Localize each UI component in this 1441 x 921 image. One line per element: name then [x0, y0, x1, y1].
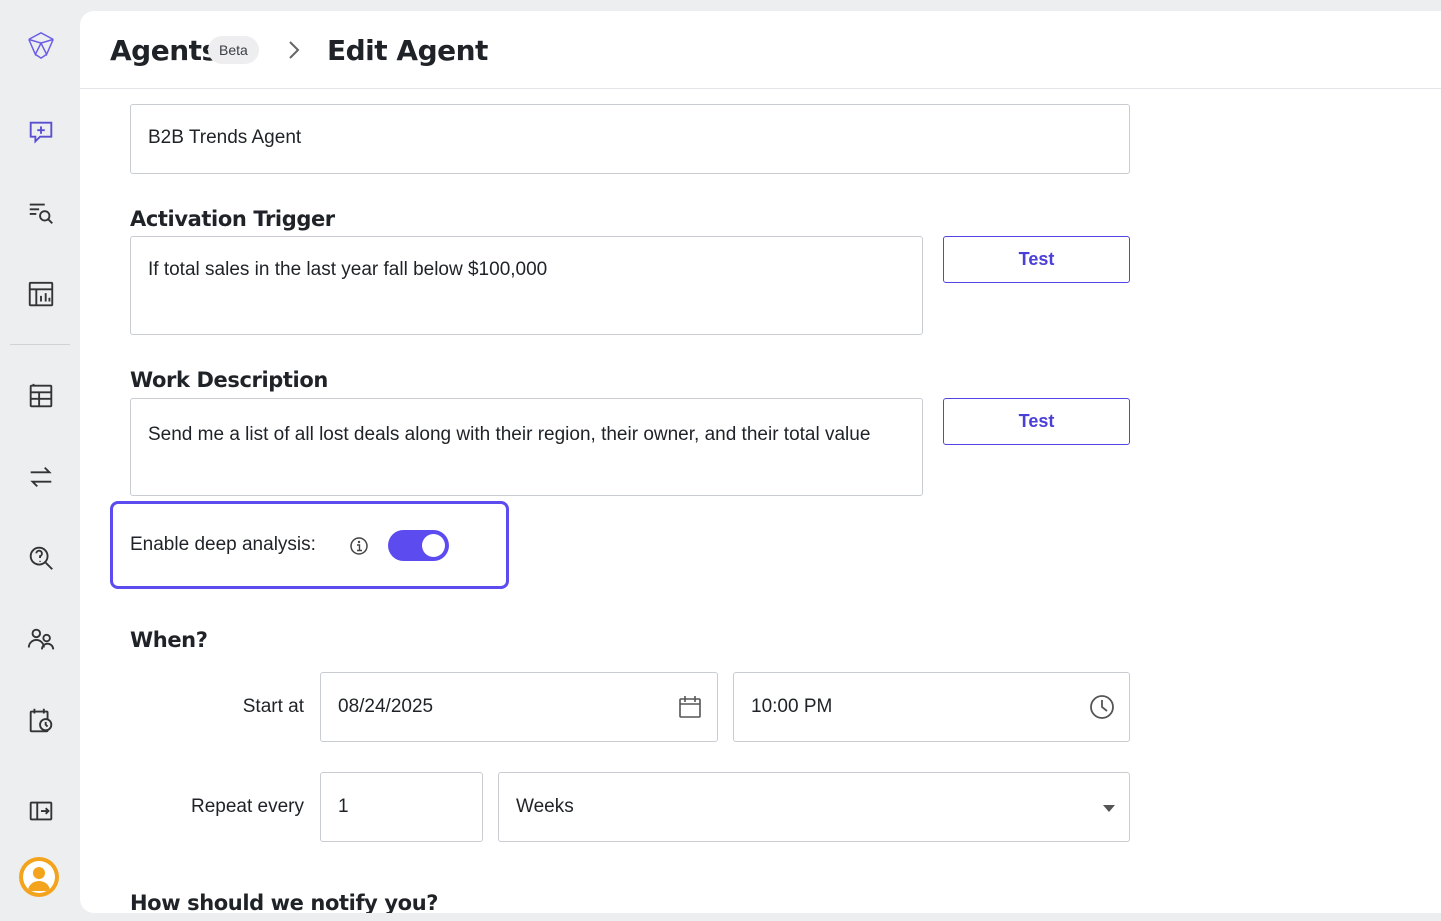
breadcrumb-agents[interactable]: Agents	[110, 34, 218, 67]
agent-name-input[interactable]: B2B Trends Agent	[130, 104, 1130, 174]
help-search-icon[interactable]	[20, 537, 62, 579]
activation-trigger-value: If total sales in the last year fall bel…	[148, 259, 548, 280]
user-avatar[interactable]	[19, 857, 59, 897]
repeat-every-label: Repeat every	[190, 796, 304, 817]
table-icon[interactable]	[20, 375, 62, 417]
repeat-count-input[interactable]: 1	[320, 772, 483, 842]
deep-analysis-section: Enable deep analysis:	[110, 501, 509, 589]
start-date-value: 08/24/2025	[338, 696, 434, 717]
repeat-unit-select[interactable]: Weeks	[498, 772, 1130, 842]
page-header: Agents Beta Edit Agent	[80, 11, 1441, 89]
repeat-unit-value: Weeks	[516, 796, 574, 817]
transfer-icon[interactable]	[20, 456, 62, 498]
start-at-label: Start at	[242, 696, 304, 717]
user-avatar-icon	[23, 861, 55, 893]
new-chat-icon[interactable]	[20, 111, 62, 153]
test-trigger-button[interactable]: Test	[943, 236, 1130, 283]
start-date-input[interactable]: 08/24/2025	[320, 672, 718, 742]
main-panel: Agents Beta Edit Agent B2B Trends Agent …	[80, 11, 1441, 913]
sidebar-divider	[10, 344, 70, 345]
start-time-input[interactable]: 10:00 PM	[733, 672, 1130, 742]
activation-trigger-input[interactable]: If total sales in the last year fall bel…	[130, 236, 923, 335]
chevron-right-icon	[289, 41, 300, 59]
repeat-count-value: 1	[338, 796, 349, 817]
work-description-input[interactable]: Send me a list of all lost deals along w…	[130, 398, 923, 496]
calendar-clock-icon[interactable]	[20, 699, 62, 741]
toggle-knob	[422, 534, 445, 557]
test-work-button[interactable]: Test	[943, 398, 1130, 445]
when-heading: When?	[130, 628, 208, 652]
search-list-icon[interactable]	[20, 192, 62, 234]
notify-heading: How should we notify you?	[130, 891, 439, 913]
report-icon[interactable]	[20, 273, 62, 315]
expand-sidebar-icon[interactable]	[20, 790, 62, 832]
beta-badge: Beta	[208, 36, 259, 64]
users-icon[interactable]	[20, 618, 62, 660]
work-description-label: Work Description	[130, 368, 328, 392]
clock-icon[interactable]	[1089, 694, 1115, 720]
calendar-icon[interactable]	[677, 694, 703, 720]
activation-trigger-label: Activation Trigger	[130, 207, 335, 231]
info-icon[interactable]	[349, 536, 369, 556]
deep-analysis-label: Enable deep analysis:	[130, 534, 316, 555]
sidebar	[0, 0, 80, 921]
page-title: Edit Agent	[327, 34, 488, 67]
logo-icon[interactable]	[20, 24, 62, 66]
start-time-value: 10:00 PM	[751, 696, 833, 717]
dropdown-caret-icon	[1103, 805, 1115, 812]
deep-analysis-toggle[interactable]	[388, 530, 449, 561]
work-description-value: Send me a list of all lost deals along w…	[148, 424, 871, 445]
agent-name-value: B2B Trends Agent	[148, 127, 302, 148]
